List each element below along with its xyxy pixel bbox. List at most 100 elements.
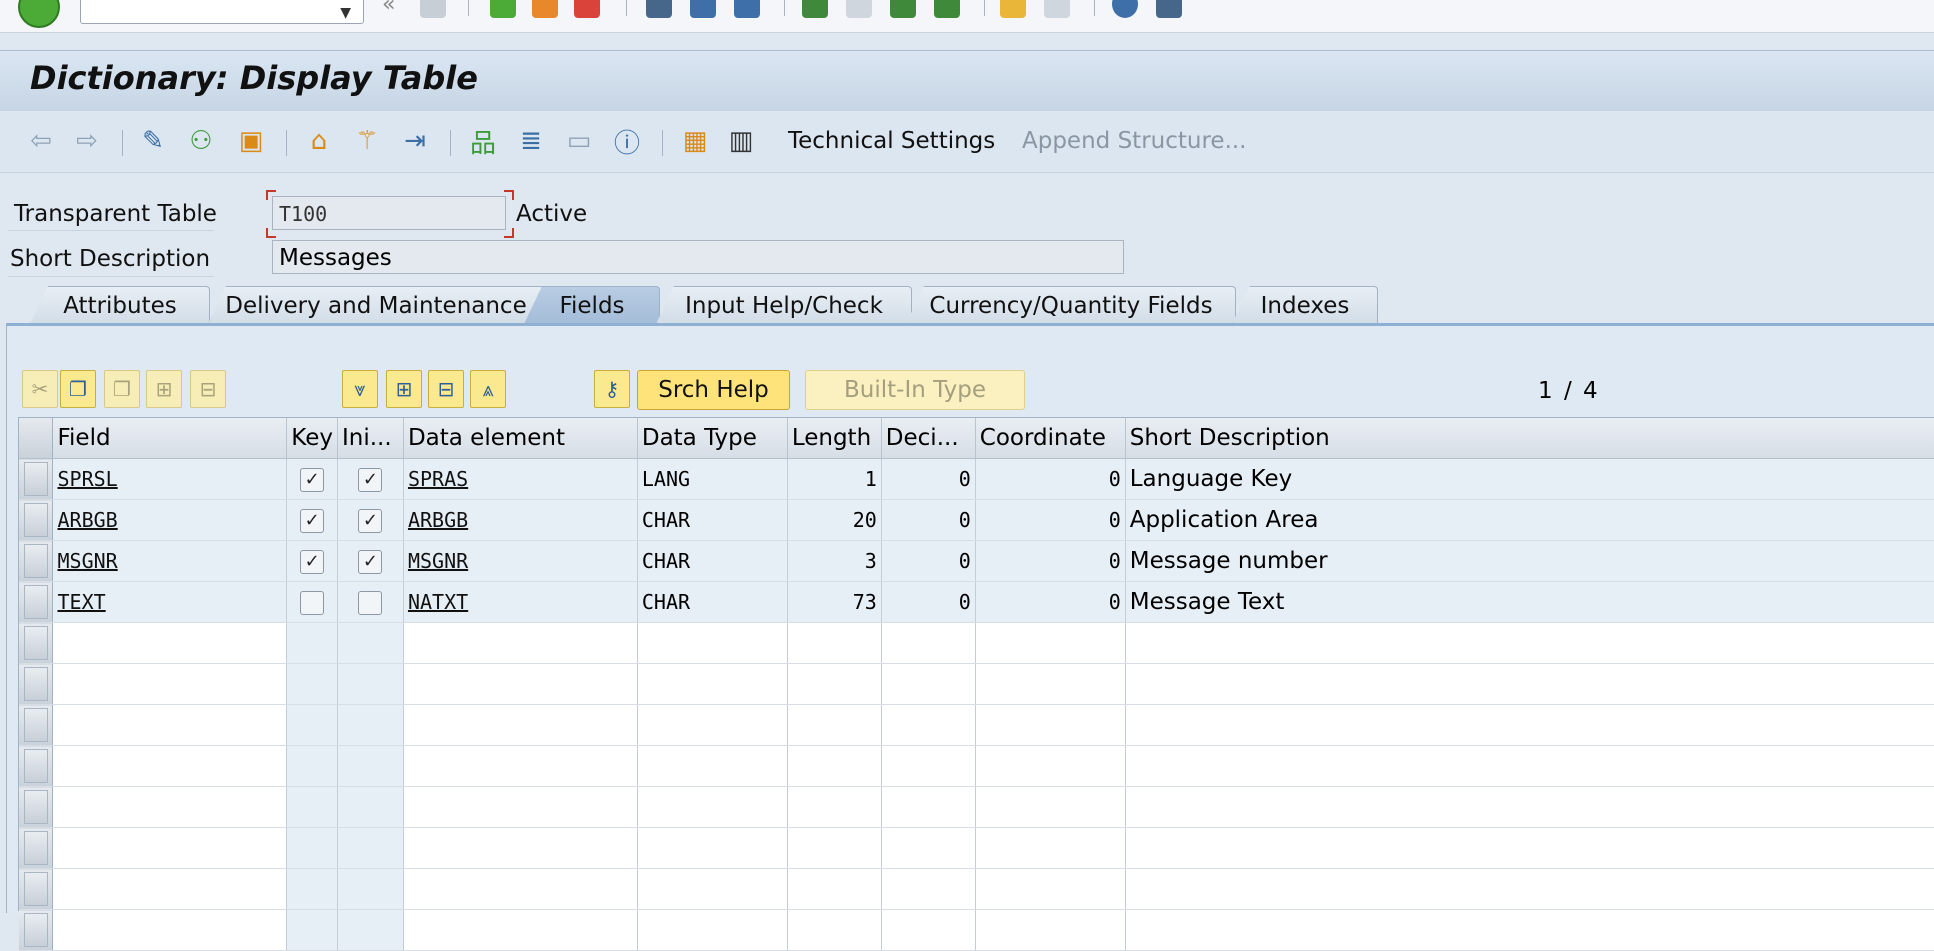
empty-cell[interactable] [881, 704, 976, 746]
initial-checkbox[interactable] [358, 590, 383, 615]
row-selector-button[interactable] [23, 626, 48, 660]
cut-icon[interactable]: ✂ [22, 370, 58, 408]
empty-cell[interactable] [637, 909, 788, 951]
empty-table-row[interactable] [19, 704, 1934, 746]
paste-icon[interactable]: ❐ [104, 370, 140, 408]
tab-input-help-check[interactable]: Input Help/Check [656, 286, 912, 324]
empty-cell[interactable] [881, 909, 976, 951]
save-icon[interactable] [420, 0, 446, 18]
expand-down-icon[interactable]: ⩔ [342, 370, 378, 408]
exit-icon[interactable] [532, 0, 558, 18]
table-name-field[interactable]: T100 [272, 196, 506, 230]
row-selector-button[interactable] [23, 872, 48, 906]
back-arrow-icon[interactable]: ⇦ [24, 124, 58, 158]
empty-cell[interactable] [637, 663, 788, 705]
empty-cell[interactable] [881, 868, 976, 910]
coordinate-cell[interactable]: 0 [975, 540, 1126, 582]
empty-cell[interactable] [787, 704, 882, 746]
collapse-up-icon[interactable]: ⩓ [470, 370, 506, 408]
magic-wand-icon[interactable]: ⚚ [350, 124, 384, 158]
empty-table-row[interactable] [19, 827, 1934, 869]
search-help-button[interactable]: Srch Help [637, 370, 790, 410]
column-header-data-element[interactable]: Data element [403, 418, 638, 459]
tab-attributes[interactable]: Attributes [30, 286, 210, 324]
empty-cell[interactable] [1125, 786, 1934, 828]
initial-cell[interactable] [337, 581, 404, 623]
key-cell[interactable] [286, 581, 338, 623]
empty-cell[interactable] [787, 622, 882, 664]
empty-cell[interactable] [52, 909, 288, 951]
short-description-field[interactable]: Messages [272, 240, 1124, 274]
insert-row-icon[interactable]: ⊞ [146, 370, 182, 408]
empty-cell[interactable] [975, 704, 1126, 746]
row-selector-button[interactable] [23, 667, 48, 701]
table-row[interactable]: TEXT NATXT CHAR 73 0 0 Message Text [19, 581, 1934, 623]
empty-cell[interactable] [337, 745, 404, 787]
empty-cell[interactable] [337, 663, 404, 705]
row-selector-button[interactable] [23, 831, 48, 865]
check-icon[interactable]: ⚇ [184, 124, 218, 158]
empty-cell[interactable] [881, 786, 976, 828]
row-selector[interactable] [19, 786, 54, 828]
row-selector[interactable] [19, 704, 54, 746]
forward-arrow-icon[interactable]: ⇨ [70, 124, 104, 158]
builtin-type-button[interactable]: Built-In Type [805, 370, 1025, 410]
empty-cell[interactable] [52, 704, 288, 746]
where-used-icon[interactable]: ⌂ [302, 124, 336, 158]
empty-cell[interactable] [52, 663, 288, 705]
double-chevron-icon[interactable]: « [382, 0, 408, 20]
tab-delivery-maintenance[interactable]: Delivery and Maintenance [208, 286, 544, 324]
tab-fields[interactable]: Fields [524, 286, 660, 324]
empty-cell[interactable] [881, 745, 976, 787]
field-name-link[interactable]: TEXT [57, 590, 105, 614]
activate-icon[interactable]: ▣ [234, 124, 268, 158]
tab-indexes[interactable]: Indexes [1232, 286, 1378, 324]
tab-currency-quantity[interactable]: Currency/Quantity Fields [906, 286, 1236, 324]
empty-cell[interactable] [286, 827, 338, 869]
key-cell[interactable]: ✓ [286, 458, 338, 500]
empty-cell[interactable] [286, 909, 338, 951]
coordinate-cell[interactable]: 0 [975, 581, 1126, 623]
empty-cell[interactable] [337, 868, 404, 910]
column-header-short-description[interactable]: Short Description [1125, 418, 1934, 459]
row-selector[interactable] [19, 745, 54, 787]
data-element-link[interactable]: MSGNR [408, 549, 468, 573]
column-header-field[interactable]: Field [52, 418, 288, 459]
empty-cell[interactable] [286, 663, 338, 705]
empty-cell[interactable] [52, 622, 288, 664]
empty-table-row[interactable] [19, 786, 1934, 828]
empty-cell[interactable] [637, 786, 788, 828]
append-structure-button[interactable]: Append Structure... [1022, 128, 1247, 154]
empty-cell[interactable] [52, 786, 288, 828]
key-checkbox[interactable]: ✓ [300, 467, 325, 492]
display-change-icon[interactable]: ✎ [136, 124, 170, 158]
empty-cell[interactable] [975, 827, 1126, 869]
row-selector-button[interactable] [23, 544, 48, 578]
find-icon[interactable] [690, 0, 716, 18]
data-element-link[interactable]: NATXT [408, 590, 468, 614]
data-element-cell[interactable]: NATXT [403, 581, 638, 623]
field-name-link[interactable]: MSGNR [57, 549, 117, 573]
coordinate-cell[interactable]: 0 [975, 499, 1126, 541]
data-element-cell[interactable]: MSGNR [403, 540, 638, 582]
empty-cell[interactable] [975, 909, 1126, 951]
decimals-cell[interactable]: 0 [881, 581, 976, 623]
row-selector-button[interactable] [23, 708, 48, 742]
empty-cell[interactable] [286, 786, 338, 828]
empty-cell[interactable] [1125, 827, 1934, 869]
field-name-link[interactable]: ARBGB [57, 508, 117, 532]
empty-cell[interactable] [1125, 704, 1934, 746]
command-field[interactable]: ▼ [80, 0, 364, 24]
empty-cell[interactable] [1125, 663, 1934, 705]
empty-cell[interactable] [637, 868, 788, 910]
help-icon[interactable] [1112, 0, 1138, 18]
empty-cell[interactable] [52, 745, 288, 787]
empty-cell[interactable] [286, 745, 338, 787]
field-name-cell[interactable]: SPRSL [52, 458, 288, 500]
data-type-cell[interactable]: CHAR [637, 581, 788, 623]
empty-cell[interactable] [1125, 868, 1934, 910]
column-header-decimals[interactable]: Deci... [881, 418, 976, 459]
empty-cell[interactable] [403, 622, 638, 664]
empty-cell[interactable] [975, 745, 1126, 787]
key-checkbox[interactable]: ✓ [300, 549, 325, 574]
